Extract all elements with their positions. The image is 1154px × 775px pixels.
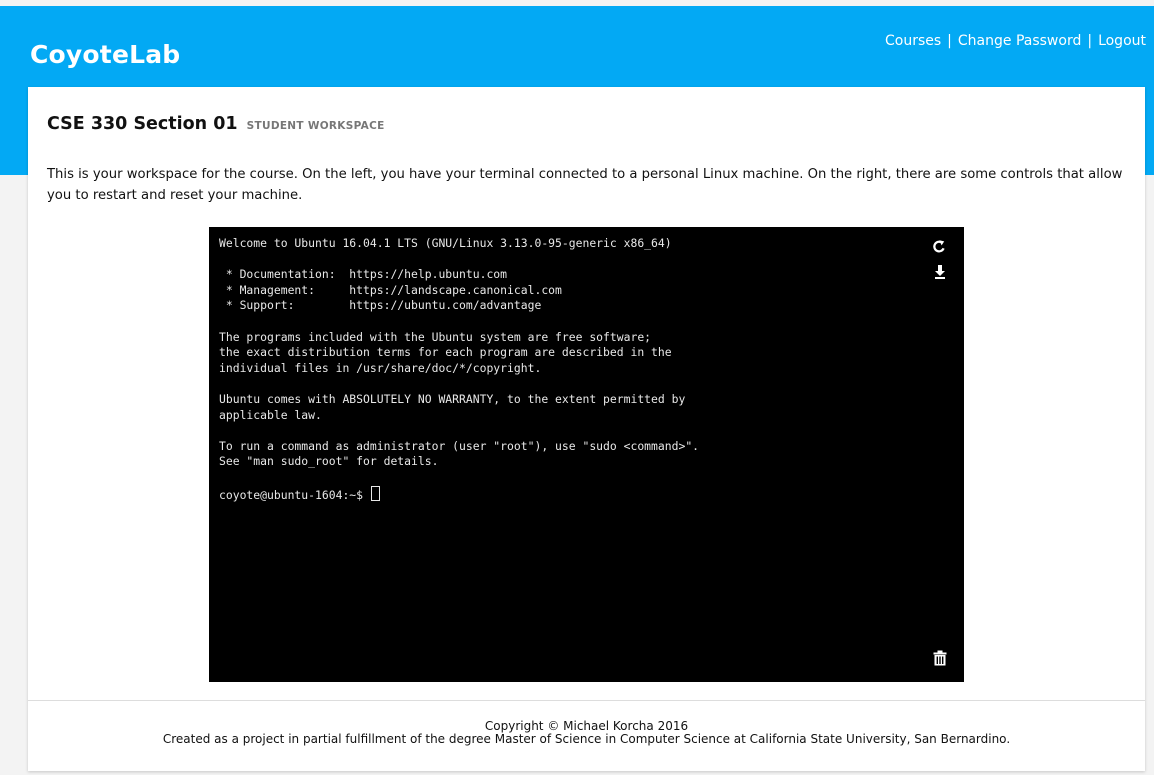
terminal-cursor[interactable] [370,485,380,501]
top-nav: Courses | Change Password | Logout [885,33,1146,49]
page: CoyoteLab Courses | Change Password | Logout… [0,0,1154,775]
terminal-output[interactable]: Welcome to Ubuntu 16.04.1 LTS (GNU/Linux… [219,236,699,503]
course-title: CSE 330 Section 01 [47,114,238,134]
restart-icon[interactable] [931,239,947,255]
nav-change-password-link[interactable]: Change Password [958,33,1081,49]
course-subtitle: STUDENT WORKSPACE [246,120,385,132]
nav-separator: | [1087,33,1093,49]
footer-divider [28,700,1145,701]
brand-logo[interactable]: CoyoteLab [30,40,180,69]
nav-separator: | [947,33,952,49]
terminal-lines: Welcome to Ubuntu 16.04.1 LTS (GNU/Linux… [219,236,700,469]
nav-logout-link[interactable]: Logout [1098,33,1146,49]
nav-courses-link[interactable]: Courses [885,33,941,49]
intro-text: This is your workspace for the course. O… [47,167,1123,203]
workspace-card: CSE 330 Section 01 STUDENT WORKSPACE Thi… [28,87,1145,771]
footer: Copyright © Michael Korcha 2016 Created … [28,720,1145,746]
terminal[interactable]: Welcome to Ubuntu 16.04.1 LTS (GNU/Linux… [209,227,964,682]
trash-icon[interactable] [932,650,948,666]
terminal-prompt: coyote@ubuntu-1604:~$ [219,487,370,502]
footer-note: Created as a project in partial fulfillm… [162,732,1011,746]
download-icon[interactable] [932,264,948,280]
page-title: CSE 330 Section 01 STUDENT WORKSPACE [47,114,385,134]
